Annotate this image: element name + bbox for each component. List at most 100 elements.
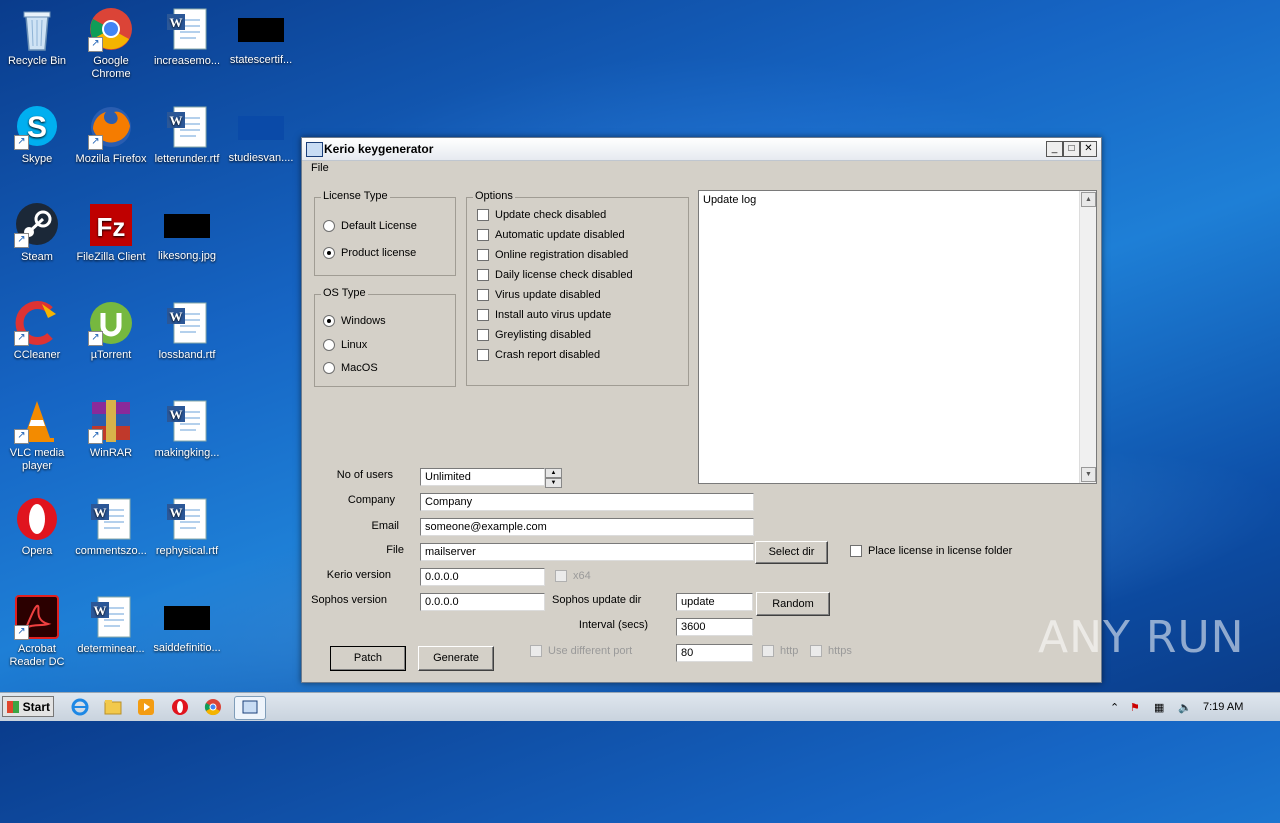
desktop-icon-label: lossband.rtf [158,349,216,361]
file-field[interactable]: mailserver [420,543,754,561]
desktop-icon-makingking[interactable]: W makingking... [150,398,224,460]
company-label: Company [347,494,395,506]
patch-button[interactable]: Patch [330,646,406,671]
word-document-icon: W [164,104,210,150]
menu-file[interactable]: File [311,162,329,174]
chrome-icon: ↗ [88,6,134,52]
sophos-version-field[interactable]: 0.0.0.0 [420,593,545,611]
desktop-icon-studiesvan[interactable]: studiesvan.... [224,104,298,165]
menu-bar: File [302,160,1101,178]
checkbox-install-auto-virus-update[interactable]: Install auto virus update [477,309,611,321]
desktop-icon-commentszo[interactable]: W commentszo... [74,496,148,558]
stepper-down-icon[interactable]: ▼ [545,478,562,488]
sophos-dir-field[interactable]: update [676,593,753,611]
start-button[interactable]: Start [2,696,54,717]
desktop-icon-firefox[interactable]: ↗ Mozilla Firefox [74,104,148,166]
checkbox-label: https [828,645,852,657]
checkbox-virus-update-disabled[interactable]: Virus update disabled [477,289,601,301]
email-field[interactable]: someone@example.com [420,518,754,536]
desktop-icon-likesong[interactable]: likesong.jpg [150,202,224,263]
radio-macos[interactable]: MacOS [323,362,378,374]
tray-expand-icon[interactable]: ⌃ [1110,701,1119,714]
desktop-icon-steam[interactable]: ↗ Steam [0,202,74,264]
radio-windows[interactable]: Windows [323,315,386,327]
desktop-icon-label: statescertif... [229,54,293,66]
desktop-icon-acrobat[interactable]: ↗ Acrobat Reader DC [0,594,74,669]
scroll-up-icon[interactable]: ▲ [1081,192,1096,207]
opera-taskbar-icon[interactable] [170,697,190,717]
checkbox-crash-report-disabled[interactable]: Crash report disabled [477,349,600,361]
scroll-down-icon[interactable]: ▼ [1081,467,1096,482]
desktop-icon-label: µTorrent [90,349,132,361]
desktop-icon-increasemo[interactable]: W increasemo... [150,6,224,68]
desktop-icon-letterunder[interactable]: W letterunder.rtf [150,104,224,166]
chrome-taskbar-icon[interactable] [203,697,223,717]
clock[interactable]: 7:19 AM [1203,701,1243,713]
checkbox-http[interactable]: http [762,645,798,657]
close-button[interactable]: ✕ [1080,141,1097,157]
checkbox-greylisting-disabled[interactable]: Greylisting disabled [477,329,591,341]
desktop-icon-recycle-bin[interactable]: Recycle Bin [0,6,74,68]
desktop-icon-determinear[interactable]: W determinear... [74,594,148,656]
radio-linux[interactable]: Linux [323,339,367,351]
desktop-icon-filezilla[interactable]: Fz FileZilla Client [74,202,148,264]
explorer-folder-icon[interactable] [103,697,123,717]
os-type-group: OS Type Windows Linux MacOS [314,287,456,387]
action-center-icon[interactable]: ⚑ [1130,701,1140,714]
windows-flag-icon [7,701,19,713]
keygen-taskbar-button[interactable] [234,696,266,720]
update-log-text: Update log [703,194,757,206]
desktop-icon-label: studiesvan.... [228,152,294,164]
svg-text:W: W [170,407,183,422]
maximize-button[interactable]: □ [1063,141,1080,157]
users-stepper[interactable]: ▲ ▼ [545,468,562,488]
checkbox-place-license[interactable]: Place license in license folder [850,545,1012,557]
log-scrollbar[interactable]: ▲ ▼ [1079,191,1096,483]
checkbox-automatic-update-disabled[interactable]: Automatic update disabled [477,229,625,241]
desktop-icon-utorrent[interactable]: ↗ µTorrent [74,300,148,362]
port-field[interactable]: 80 [676,644,753,662]
desktop-icon-rephysical[interactable]: W rephysical.rtf [150,496,224,558]
desktop-icon-statescertif[interactable]: statescertif... [224,6,298,67]
radio-default-license[interactable]: Default License [323,220,417,232]
desktop-icon-chrome[interactable]: ↗ Google Chrome [74,6,148,81]
checkbox-x64[interactable]: x64 [555,570,591,582]
checkbox-online-registration-disabled[interactable]: Online registration disabled [477,249,628,261]
checkbox-update-check-disabled[interactable]: Update check disabled [477,209,606,221]
svg-text:S: S [27,111,47,144]
interval-label: Interval (secs) [578,619,648,631]
minimize-button[interactable]: _ [1046,141,1063,157]
interval-field[interactable]: 3600 [676,618,753,636]
desktop-icon-lossband[interactable]: W lossband.rtf [150,300,224,362]
checkbox-daily-license-check-disabled[interactable]: Daily license check disabled [477,269,633,281]
network-icon[interactable]: ▦ [1154,701,1164,714]
generate-button[interactable]: Generate [418,646,494,671]
options-legend: Options [473,190,515,202]
desktop-icon-opera[interactable]: Opera [0,496,74,558]
radio-label: Windows [341,315,386,327]
stepper-up-icon[interactable]: ▲ [545,468,562,478]
select-dir-button[interactable]: Select dir [755,541,828,564]
checkbox-label: http [780,645,799,657]
kerio-version-field[interactable]: 0.0.0.0 [420,568,545,586]
checkbox-use-different-port[interactable]: Use different port [530,645,632,657]
desktop-icon-saiddefinitio[interactable]: saiddefinitio... [150,594,224,655]
checkbox-label: Daily license check disabled [495,269,633,281]
media-player-icon[interactable] [136,697,156,717]
checkbox-box [555,570,567,582]
desktop-icon-winrar[interactable]: ↗ WinRAR [74,398,148,460]
volume-icon[interactable]: 🔈 [1178,701,1192,714]
desktop-icon-ccleaner[interactable]: ↗ CCleaner [0,300,74,362]
desktop-icon-vlc[interactable]: ↗ VLC media player [0,398,74,473]
checkbox-https[interactable]: https [810,645,852,657]
desktop-icon-skype[interactable]: S ↗ Skype [0,104,74,166]
checkbox-box [850,545,862,557]
title-bar[interactable]: Kerio keygenerator _ □ ✕ [302,138,1101,161]
update-log-box[interactable]: Update log ▲ ▼ [698,190,1097,484]
ie-icon[interactable] [70,697,90,717]
svg-text:W: W [94,603,107,618]
random-button[interactable]: Random [756,592,830,616]
users-field[interactable]: Unlimited [420,468,545,486]
company-field[interactable]: Company [420,493,754,511]
radio-product-license[interactable]: Product license [323,247,416,259]
